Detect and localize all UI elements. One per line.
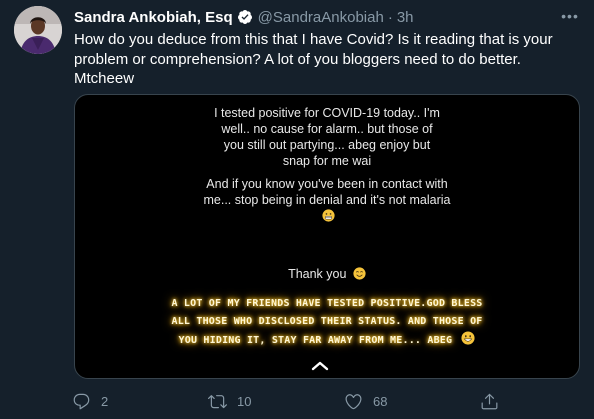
glow-line-3-text: you hiding it, stay far away from me... …	[178, 335, 453, 346]
avatar[interactable]	[14, 6, 62, 54]
story-paragraph-2: And if you know you've been in contact w…	[75, 176, 579, 224]
reply-button[interactable]: 2	[72, 388, 108, 414]
story-paragraph-1-text: I tested positive for COVID-19 today.. I…	[214, 106, 440, 168]
chevron-up-icon[interactable]	[311, 360, 329, 372]
like-icon	[345, 393, 362, 409]
display-name[interactable]: Sandra Ankobiah, Esq	[74, 9, 233, 26]
like-count: 68	[373, 393, 388, 409]
tweet-header: Sandra Ankobiah, Esq @SandraAnkobiah · 3…	[74, 7, 414, 27]
retweet-button[interactable]: 10	[208, 388, 251, 414]
smiling-face-icon	[353, 267, 366, 280]
reply-count: 2	[101, 393, 109, 409]
grimacing-face-icon	[322, 209, 335, 222]
timestamp[interactable]: 3h	[397, 9, 414, 26]
media-image[interactable]: I tested positive for COVID-19 today.. I…	[74, 94, 580, 379]
share-button[interactable]	[480, 388, 499, 414]
handle[interactable]: @SandraAnkobiah	[258, 9, 384, 26]
story-thanks-text: Thank you	[288, 267, 347, 281]
story-glow-text: A lot of my friends have tested positive…	[75, 295, 579, 350]
like-button[interactable]: 68	[344, 388, 387, 414]
glow-line-1: A lot of my friends have tested positive…	[171, 298, 483, 309]
retweet-icon	[208, 394, 227, 408]
reply-icon	[73, 393, 90, 409]
tweet-text: How do you deduce from this that I have …	[74, 31, 553, 87]
retweet-count: 10	[237, 393, 252, 409]
action-bar: 2 10 68	[72, 388, 522, 414]
share-icon	[481, 393, 498, 409]
tweet[interactable]: Sandra Ankobiah, Esq @SandraAnkobiah · 3…	[0, 0, 594, 419]
story-paragraph-2-text: And if you know you've been in contact w…	[203, 177, 451, 207]
glow-line-3: you hiding it, stay far away from me... …	[75, 331, 579, 350]
more-icon[interactable]: •••	[558, 6, 582, 26]
story-paragraph-1: I tested positive for COVID-19 today.. I…	[75, 105, 579, 169]
glow-line-2: all those who disclosed their status. An…	[171, 316, 483, 327]
verified-badge-icon	[237, 10, 252, 24]
separator: ·	[387, 8, 393, 26]
grinning-face-icon	[461, 331, 476, 345]
avatar-photo	[14, 6, 62, 54]
story-thanks: Thank you	[75, 266, 579, 282]
